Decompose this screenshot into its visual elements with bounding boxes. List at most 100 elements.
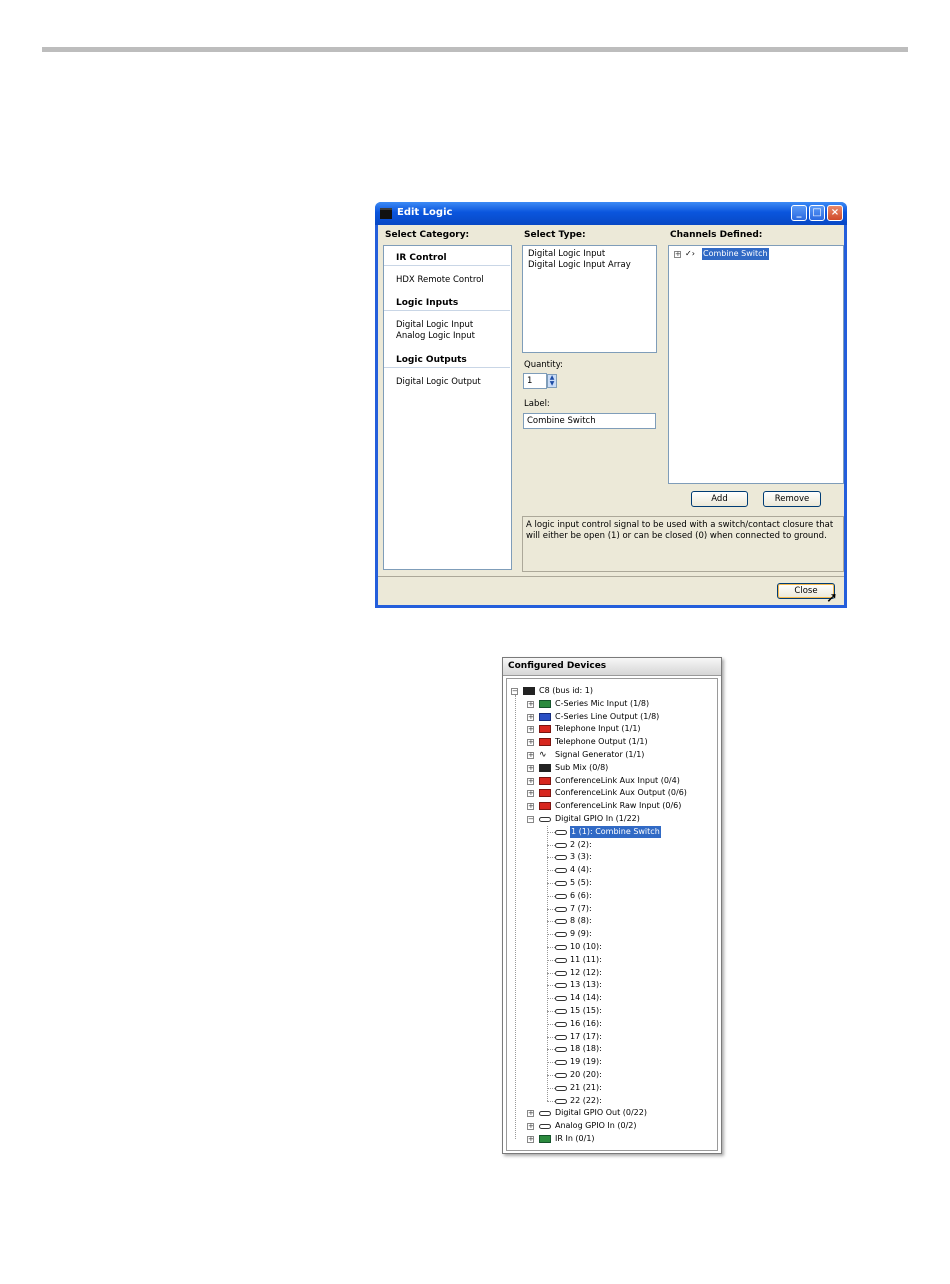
close-window-button[interactable]: × xyxy=(827,205,843,221)
tree-connector xyxy=(547,1023,555,1025)
category-item-hdx-remote[interactable]: HDX Remote Control xyxy=(396,275,484,285)
channels-defined-header: Channels Defined: xyxy=(670,230,763,240)
category-item-analog-logic-input[interactable]: Analog Logic Input xyxy=(396,331,475,341)
add-button[interactable]: Add xyxy=(691,491,748,507)
device-item-label: Telephone Input (1/1) xyxy=(555,724,641,734)
gpio-icon xyxy=(539,1124,551,1130)
expand-icon[interactable]: + xyxy=(527,764,534,772)
expand-icon[interactable]: + xyxy=(674,251,681,258)
gpio-channel-label: 3 (3): xyxy=(570,852,592,862)
submix-icon xyxy=(523,687,535,695)
label-label: Label: xyxy=(524,399,550,409)
expand-icon[interactable]: + xyxy=(527,752,534,759)
tree-connector xyxy=(547,934,555,936)
maximize-button[interactable]: □ xyxy=(809,205,825,221)
title-bar[interactable]: Edit Logic _ □ × xyxy=(375,202,847,225)
tree-connector xyxy=(547,1100,555,1102)
select-type-header: Select Type: xyxy=(524,230,586,240)
expand-icon[interactable]: + xyxy=(527,790,534,798)
channel-item-label: Combine Switch xyxy=(702,248,769,260)
tree-connector xyxy=(547,1049,555,1051)
type-list[interactable]: Digital Logic Input Digital Logic Input … xyxy=(522,245,657,353)
device-item-label: Analog GPIO In (0/2) xyxy=(555,1121,637,1131)
expand-icon[interactable]: + xyxy=(527,803,534,811)
gpio-icon xyxy=(555,1085,567,1091)
minimize-button[interactable]: _ xyxy=(791,205,807,221)
expand-icon[interactable]: + xyxy=(527,739,534,747)
tree-root-label: C8 (bus id: 1) xyxy=(539,686,593,695)
expand-icon[interactable]: + xyxy=(527,1110,534,1118)
gpio-channel-label: 19 (19): xyxy=(570,1057,602,1067)
configured-devices-panel: Configured Devices − C8 (bus id: 1) + C-Ser… xyxy=(502,657,722,1154)
gpio-channel-label: 22 (22): xyxy=(570,1095,602,1105)
telephone-red-icon xyxy=(539,776,551,785)
quantity-spinner[interactable]: ▲ ▼ xyxy=(547,374,557,388)
tree-connector xyxy=(547,947,555,948)
gpio-channel-label: 1 (1): Combine Switch xyxy=(570,825,661,838)
gpio-icon xyxy=(555,1021,567,1027)
category-item-digital-logic-output[interactable]: Digital Logic Output xyxy=(396,377,481,387)
expand-icon[interactable]: + xyxy=(527,700,534,708)
gpio-icon xyxy=(555,1047,567,1053)
telephone-red-icon xyxy=(539,725,551,734)
gpio-icon xyxy=(555,957,567,963)
gpio-icon xyxy=(555,906,567,912)
gpio-channel-label: 5 (5): xyxy=(570,878,592,887)
gpio-channel-label: 12 (12): xyxy=(570,967,602,977)
expand-icon[interactable]: + xyxy=(527,713,534,721)
channel-blue-icon xyxy=(539,712,551,721)
gpio-channel-label: 7 (7): xyxy=(570,903,592,913)
tree-connector xyxy=(547,1036,555,1038)
tree-connector xyxy=(547,844,555,846)
gpio-icon xyxy=(555,919,567,925)
type-item-digital-logic-input[interactable]: Digital Logic Input xyxy=(528,249,605,259)
window-client: Select Category: Select Type: Channels D… xyxy=(378,225,844,605)
expand-icon[interactable]: + xyxy=(527,726,534,734)
device-item-label: Digital GPIO In (1/22) xyxy=(555,814,640,823)
tree-connector xyxy=(547,1011,555,1012)
tree-connector xyxy=(547,1075,555,1076)
gpio-icon xyxy=(555,983,567,989)
gpio-icon xyxy=(555,970,567,976)
expand-icon[interactable]: + xyxy=(527,1136,534,1143)
tree-connector xyxy=(547,857,555,859)
remove-button[interactable]: Remove xyxy=(763,491,821,507)
type-item-digital-logic-input-array[interactable]: Digital Logic Input Array xyxy=(528,260,631,270)
expand-icon[interactable]: + xyxy=(527,1123,534,1131)
category-list[interactable]: IR Control HDX Remote Control Logic Inpu… xyxy=(383,245,512,570)
category-divider xyxy=(384,310,510,311)
device-item-label: ConferenceLink Aux Input (0/4) xyxy=(555,775,680,785)
gpio-channel-label: 13 (13): xyxy=(570,980,602,990)
device-item-label: C-Series Mic Input (1/8) xyxy=(555,698,650,708)
category-item-digital-logic-input[interactable]: Digital Logic Input xyxy=(396,320,473,330)
gpio-icon xyxy=(555,996,567,1002)
telephone-red-icon xyxy=(539,802,551,811)
tree-connector xyxy=(547,921,555,923)
description-box: A logic input control signal to be used … xyxy=(522,516,844,572)
gpio-icon xyxy=(555,881,567,886)
device-tree[interactable]: − C8 (bus id: 1) + C-Series Mic Input (1/8)… xyxy=(506,678,718,1151)
channels-tree[interactable]: + ✓› Combine Switch xyxy=(668,245,844,484)
tree-connector xyxy=(547,959,555,961)
telephone-red-icon xyxy=(539,738,551,747)
category-divider xyxy=(384,367,510,368)
device-item-label: Sub Mix (0/8) xyxy=(555,762,609,772)
gpio-channel-label: 2 (2): xyxy=(570,839,592,849)
expand-icon[interactable]: + xyxy=(527,777,534,785)
signal-generator-icon: ∿ xyxy=(539,750,547,760)
quantity-input[interactable]: 1 xyxy=(523,373,547,389)
gpio-channel-label: 4 (4): xyxy=(570,865,592,875)
device-item-label: C-Series Line Output (1/8) xyxy=(555,711,660,721)
tree-connector xyxy=(547,908,555,910)
tree-connector xyxy=(547,831,555,833)
gpio-icon xyxy=(555,1060,567,1066)
gpio-icon xyxy=(555,855,567,861)
gpio-icon xyxy=(555,842,567,848)
label-input[interactable]: Combine Switch xyxy=(523,413,656,429)
gpio-icon xyxy=(555,945,567,950)
category-heading-logic-inputs: Logic Inputs xyxy=(396,298,459,308)
gpio-icon xyxy=(555,1009,567,1014)
collapse-icon[interactable]: − xyxy=(527,816,534,823)
tree-connector xyxy=(547,895,555,897)
gpio-icon xyxy=(555,868,567,874)
